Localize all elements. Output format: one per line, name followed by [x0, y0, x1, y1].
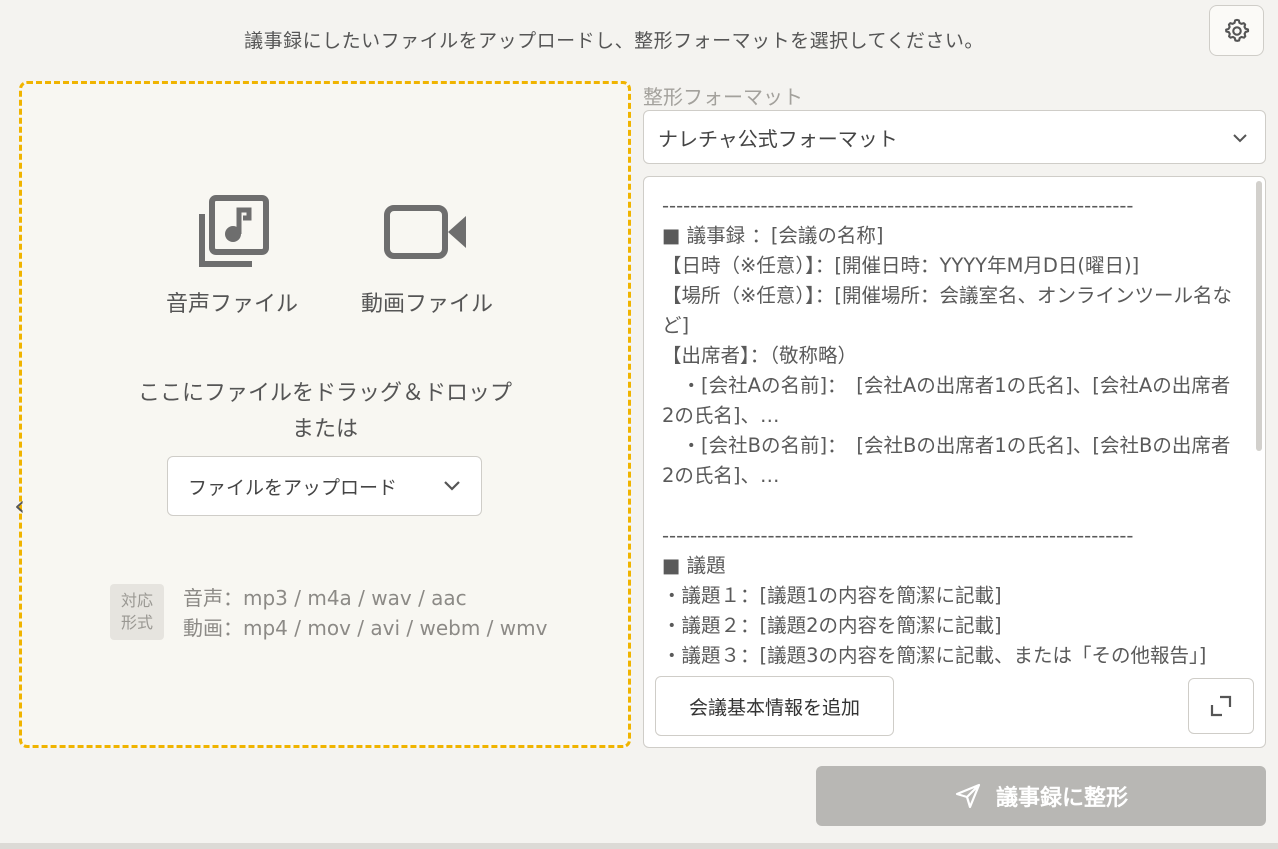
format-template-text[interactable]: ----------------------------------------… [662, 191, 1242, 681]
expand-icon [1210, 695, 1232, 717]
format-select[interactable]: ナレチャ公式フォーマット [643, 110, 1266, 164]
or-text: または [291, 417, 358, 442]
audio-formats: 音声：mp3 / m4a / wav / aac [183, 586, 467, 610]
video-camera-icon [384, 205, 466, 259]
gear-icon [1224, 18, 1249, 42]
add-meeting-info-button[interactable]: 会議基本情報を追加 [655, 676, 894, 736]
bottom-divider [0, 843, 1278, 849]
format-selected-value: ナレチャ公式フォーマット [658, 126, 898, 151]
format-minutes-button[interactable]: 議事録に整形 [816, 766, 1266, 826]
expand-button[interactable] [1188, 678, 1254, 734]
file-dropzone[interactable]: ‹ 音声ファイル 動画ファイル ここにファイルをドラッグ＆ドロップ または ファ… [14, 81, 631, 748]
chevron-left-icon: ‹ [14, 489, 26, 522]
video-file-label: 動画ファイル [360, 292, 493, 317]
drop-text: ここにファイルをドラッグ＆ドロップ [137, 381, 512, 406]
upload-file-button[interactable]: ファイルをアップロード [167, 456, 482, 516]
send-icon [955, 783, 981, 809]
video-file-type: 動画ファイル [347, 194, 507, 318]
chevron-down-icon [1233, 134, 1247, 143]
template-scrollbar[interactable] [1256, 181, 1262, 451]
chevron-down-icon [444, 481, 460, 491]
format-template-editor[interactable]: ----------------------------------------… [643, 176, 1266, 748]
instruction-text: 議事録にしたいファイルをアップロードし、整形フォーマットを選択してください。 [244, 30, 984, 52]
video-formats: 動画：mp4 / mov / avi / webm / wmv [183, 616, 548, 640]
format-label: 整形フォーマット [643, 85, 803, 109]
upload-button-label: ファイルをアップロード [188, 476, 398, 499]
submit-label: 議事録に整形 [995, 786, 1128, 811]
music-library-icon [199, 195, 269, 267]
audio-file-type: 音声ファイル [152, 194, 312, 318]
drop-instructions: ここにファイルをドラッグ＆ドロップ または [22, 376, 628, 448]
settings-button[interactable] [1209, 5, 1264, 56]
supported-formats-badge: 対応 形式 [110, 584, 164, 640]
supported-formats-list: 音声：mp3 / m4a / wav / aac 動画：mp4 / mov / … [183, 583, 547, 643]
audio-file-label: 音声ファイル [165, 292, 298, 317]
supported-formats: 対応 形式 音声：mp3 / m4a / wav / aac 動画：mp4 / … [110, 584, 547, 643]
